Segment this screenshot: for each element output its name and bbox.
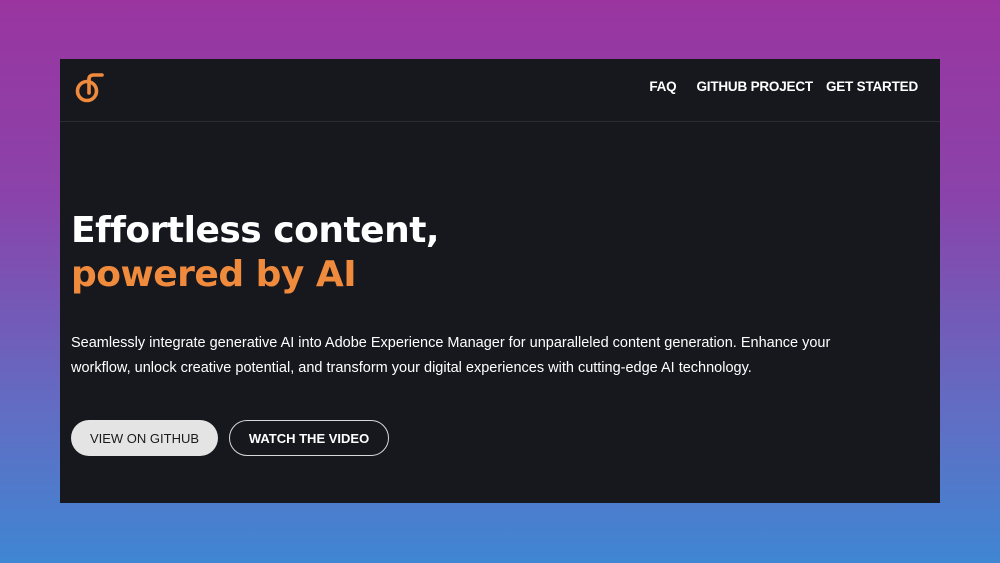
view-on-github-button[interactable]: VIEW ON GITHUB bbox=[71, 420, 218, 456]
hero-buttons: VIEW ON GITHUB WATCH THE VIDEO bbox=[71, 420, 389, 456]
nav-link-github-project[interactable]: GITHUB PROJECT bbox=[696, 79, 813, 94]
hero-title-line1: Effortless content, bbox=[71, 210, 440, 251]
nav-links: FAQ GITHUB PROJECT GET STARTED bbox=[649, 79, 918, 94]
nav-link-get-started[interactable]: GET STARTED bbox=[826, 79, 918, 94]
navbar: FAQ GITHUB PROJECT GET STARTED bbox=[60, 59, 940, 122]
watch-the-video-button[interactable]: WATCH THE VIDEO bbox=[229, 420, 389, 456]
hero-section: Effortless content, powered by AI Seamle… bbox=[71, 209, 931, 381]
site-frame: FAQ GITHUB PROJECT GET STARTED Effortles… bbox=[60, 59, 940, 503]
hero-description: Seamlessly integrate generative AI into … bbox=[71, 335, 831, 376]
hero-title-line2: powered by AI bbox=[71, 254, 357, 295]
nav-link-faq[interactable]: FAQ bbox=[649, 79, 676, 94]
dot-hook-logo-icon[interactable] bbox=[70, 71, 106, 103]
hero-title: Effortless content, powered by AI bbox=[71, 209, 931, 297]
